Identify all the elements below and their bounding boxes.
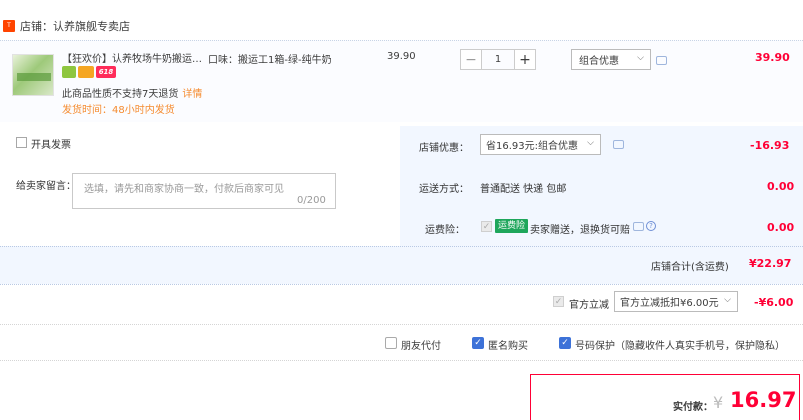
store-total-label: 店铺合计(含运费): [651, 262, 729, 273]
quantity-stepper: − 1 +: [460, 49, 536, 70]
quantity-minus-button[interactable]: −: [460, 49, 482, 70]
number-protect-checkbox[interactable]: ✓: [559, 337, 571, 349]
card-tag-icon: [78, 66, 94, 78]
official-discount-label: 官方立减: [569, 300, 609, 311]
insurance-amount: 0.00: [767, 221, 795, 234]
green-tag-icon: [62, 66, 76, 78]
help-icon[interactable]: ?: [646, 221, 656, 231]
quantity-plus-button[interactable]: +: [514, 49, 536, 70]
insurance-badge: 运费险: [495, 219, 529, 233]
return-policy-text: 此商品性质不支持7天退货: [62, 89, 179, 100]
shipping-amount: 0.00: [767, 180, 795, 193]
official-discount-select[interactable]: 官方立减抵扣¥6.00元 ⌵: [614, 291, 738, 312]
insurance-text: 卖家赠送，退换货可赔: [530, 225, 630, 236]
product-attribute: 口味：搬运工1箱-绿-纯牛奶: [208, 55, 332, 66]
promo-select[interactable]: 组合优惠 ⌵: [571, 49, 651, 70]
chevron-down-icon: ⌵: [587, 138, 594, 148]
payment-label: 实付款：: [673, 402, 713, 413]
chevron-down-icon: ⌵: [724, 295, 731, 305]
product-title[interactable]: 【狂欢价】认养牧场牛奶搬运工...: [62, 50, 207, 65]
store-discount-select[interactable]: 省16.93元:组合优惠 ⌵: [480, 134, 601, 155]
official-discount-value: 官方立减抵扣¥6.00元: [620, 298, 719, 309]
chevron-down-icon: ⌵: [637, 53, 644, 63]
promo-select-value: 组合优惠: [579, 56, 619, 67]
return-policy-note: 此商品性质不支持7天退货 详情: [62, 85, 202, 100]
product-thumbnail[interactable]: [12, 54, 54, 96]
official-discount-amount: -¥6.00: [754, 296, 794, 309]
message-placeholder: 选填，请先和商家协商一致，付款后商家可见: [84, 184, 284, 195]
anonymous-label[interactable]: 匿名购买: [488, 337, 528, 352]
number-protect-label[interactable]: 号码保护（隐藏收件人真实手机号，保护隐私）: [575, 337, 800, 352]
store-discount-label: 店铺优惠：: [419, 143, 469, 154]
return-details-link[interactable]: 详情: [182, 89, 202, 100]
chat-icon[interactable]: [613, 140, 624, 149]
divider: [0, 360, 803, 361]
quantity-input[interactable]: 1: [482, 49, 514, 70]
insurance-label: 运费险：: [425, 225, 465, 236]
shipping-method: 普通配送 快递 包邮: [480, 184, 567, 195]
friend-pay-label[interactable]: 朋友代付: [401, 337, 441, 352]
payment-currency: ¥: [713, 393, 724, 412]
store-total-amount: ¥22.97: [749, 257, 792, 270]
chat-icon[interactable]: [656, 56, 667, 65]
store-discount-value: 省16.93元:组合优惠: [486, 141, 578, 152]
chat-icon[interactable]: [633, 222, 644, 231]
shipping-label: 运送方式：: [419, 184, 469, 195]
payment-amount: 16.97: [730, 388, 797, 412]
divider: [0, 284, 803, 285]
tmall-logo-icon: T: [3, 20, 15, 32]
divider: [0, 324, 803, 325]
friend-pay-checkbox[interactable]: [385, 337, 397, 349]
official-discount-checkbox: ✓: [553, 296, 564, 307]
store-discount-amount: -16.93: [750, 139, 790, 152]
product-tags: 618: [62, 66, 116, 78]
unit-price: 39.90: [387, 51, 416, 62]
message-label: 给卖家留言：: [16, 181, 76, 192]
item-total: 39.90: [755, 51, 790, 64]
order-confirm-page: T 店铺：认养旗舰专卖店 【狂欢价】认养牧场牛奶搬运工... 618 此商品性质…: [0, 0, 803, 420]
shop-name[interactable]: 店铺：认养旗舰专卖店: [20, 18, 130, 34]
anonymous-checkbox[interactable]: ✓: [472, 337, 484, 349]
promo-618-tag: 618: [96, 66, 116, 78]
message-char-count: 0/200: [297, 195, 326, 206]
invoice-label[interactable]: 开具发票: [31, 136, 71, 151]
insurance-checkbox: ✓: [481, 221, 492, 232]
invoice-checkbox[interactable]: [16, 137, 27, 148]
ship-time: 发货时间：48小时内发货: [62, 105, 175, 116]
